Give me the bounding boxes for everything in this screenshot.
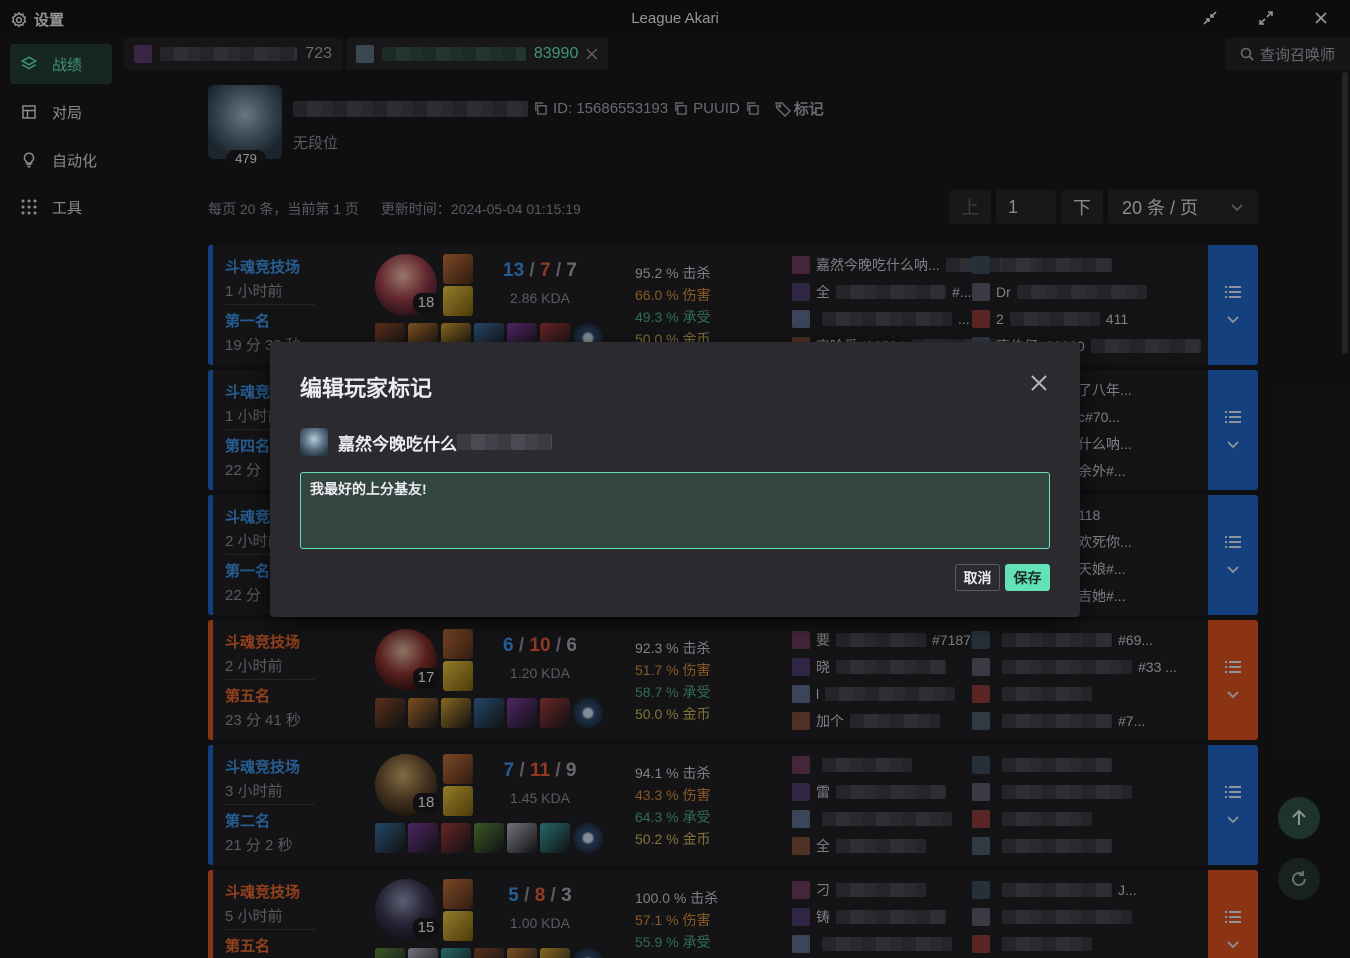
redacted-name (457, 434, 552, 450)
tag-textarea[interactable]: 我最好的上分基友! (300, 472, 1050, 549)
edit-tag-modal: 编辑玩家标记 嘉然今晚吃什么 我最好的上分基友! 取消 保存 (270, 342, 1080, 617)
player-avatar (300, 428, 328, 456)
modal-title: 编辑玩家标记 (300, 376, 433, 401)
player-name: 嘉然今晚吃什么 (338, 434, 457, 454)
modal-player: 嘉然今晚吃什么 (300, 428, 552, 456)
save-button[interactable]: 保存 (1005, 564, 1050, 591)
modal-close-button[interactable] (1028, 372, 1050, 394)
cancel-button[interactable]: 取消 (955, 564, 1000, 591)
close-icon (1031, 375, 1047, 391)
